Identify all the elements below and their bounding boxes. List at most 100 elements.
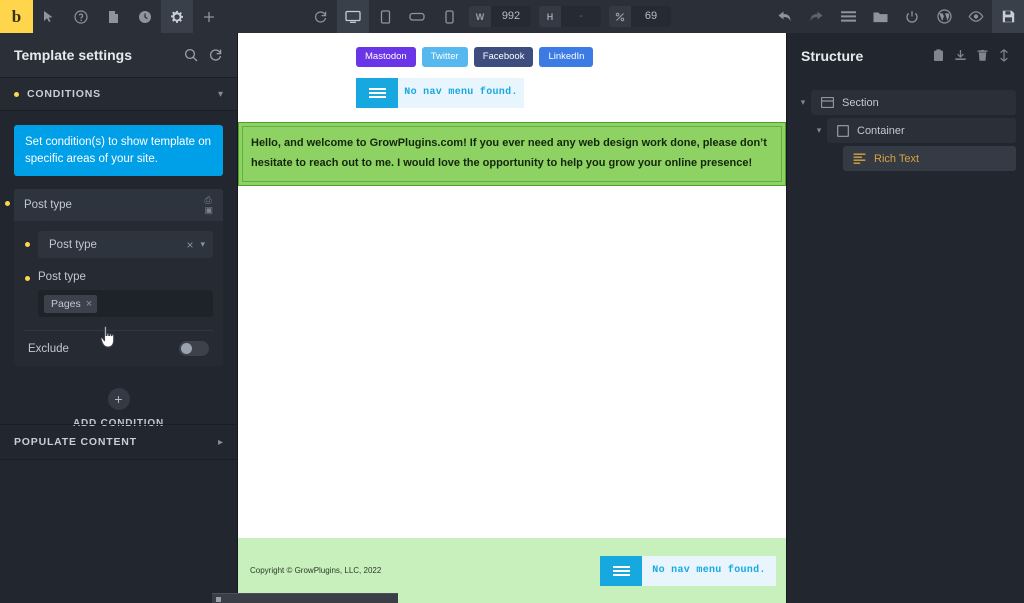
width-label: W bbox=[469, 6, 491, 27]
social-button-linkedin[interactable]: LinkedIn bbox=[539, 47, 594, 67]
condition-type-select[interactable]: Post type × ▾ bbox=[38, 231, 213, 259]
reload-icon[interactable] bbox=[305, 0, 337, 33]
hamburger-icon[interactable] bbox=[356, 77, 398, 108]
tree-item-rich-text[interactable]: Rich Text bbox=[843, 146, 1016, 171]
site-header: Mastodon Twitter Facebook LinkedIn No na… bbox=[238, 33, 786, 108]
paste-icon[interactable] bbox=[933, 49, 944, 62]
plus-icon[interactable] bbox=[193, 0, 225, 33]
delete-icon[interactable]: ▣ bbox=[204, 205, 213, 214]
width-value[interactable]: 992 bbox=[491, 6, 531, 27]
page-icon[interactable] bbox=[97, 0, 129, 33]
social-button-facebook[interactable]: Facebook bbox=[473, 47, 534, 67]
rich-text-element[interactable]: Hello, and welcome to GrowPlugins.com! I… bbox=[238, 121, 786, 187]
height-field[interactable]: H - bbox=[539, 6, 601, 27]
condition-active-dot bbox=[5, 201, 10, 207]
footer-copyright: Copyright © GrowPlugins, LLC, 2022 bbox=[250, 566, 382, 575]
editor-canvas[interactable]: Mastodon Twitter Facebook LinkedIn No na… bbox=[238, 33, 786, 603]
tag-remove-icon[interactable]: × bbox=[86, 298, 92, 310]
conditions-section-label: CONDITIONS bbox=[27, 88, 101, 100]
delete-icon[interactable] bbox=[977, 49, 988, 62]
tag-label: Pages bbox=[51, 297, 81, 310]
rich-text-content: Hello, and welcome to GrowPlugins.com! I… bbox=[251, 136, 767, 169]
eye-icon[interactable] bbox=[960, 0, 992, 33]
gear-icon[interactable] bbox=[161, 0, 193, 33]
social-button-mastodon[interactable]: Mastodon bbox=[356, 47, 416, 67]
tree-item-section[interactable]: Section bbox=[811, 90, 1016, 115]
cursor-icon[interactable] bbox=[33, 0, 65, 33]
chevron-down-icon[interactable]: ▾ bbox=[795, 97, 811, 108]
zoom-field[interactable]: 69 bbox=[609, 6, 671, 27]
height-value[interactable]: - bbox=[561, 6, 601, 27]
mobile-portrait-icon[interactable] bbox=[433, 0, 465, 33]
hamburger-icon[interactable] bbox=[600, 555, 642, 586]
toolbar-right-group bbox=[768, 0, 1024, 33]
footer-nav: No nav menu found. bbox=[600, 555, 776, 586]
folder-icon[interactable] bbox=[864, 0, 896, 33]
exclude-toggle[interactable] bbox=[179, 341, 209, 357]
desktop-icon[interactable] bbox=[337, 0, 369, 33]
tree-node-container: ▾ Container bbox=[811, 118, 1016, 143]
conditions-notice: Set condition(s) to show template on spe… bbox=[14, 125, 223, 177]
help-icon[interactable] bbox=[65, 0, 97, 33]
populate-content-label: POPULATE CONTENT bbox=[14, 436, 137, 448]
chevron-down-icon[interactable]: ▾ bbox=[200, 239, 205, 250]
condition-card-header[interactable]: Post type ⎙ ▣ bbox=[14, 189, 223, 222]
tablet-portrait-icon[interactable] bbox=[369, 0, 401, 33]
duplicate-icon[interactable]: ⎙ bbox=[204, 195, 213, 204]
undo-icon[interactable] bbox=[768, 0, 800, 33]
tag-pages[interactable]: Pages × bbox=[44, 294, 98, 313]
chevron-down-icon[interactable]: ▾ bbox=[218, 89, 223, 100]
collapse-icon[interactable] bbox=[998, 49, 1010, 62]
redo-icon[interactable] bbox=[800, 0, 832, 33]
structure-tree: ▾ Section ▾ Container Rich Text bbox=[787, 78, 1024, 171]
container-icon bbox=[837, 124, 849, 137]
condition-type-row: Post type × ▾ bbox=[24, 231, 213, 259]
mobile-landscape-icon[interactable] bbox=[401, 0, 433, 33]
structure-header: Structure bbox=[787, 33, 1024, 78]
toggle-knob bbox=[181, 343, 192, 355]
conditions-section-header[interactable]: CONDITIONS ▾ bbox=[0, 78, 237, 111]
power-icon[interactable] bbox=[896, 0, 928, 33]
width-field[interactable]: W 992 bbox=[469, 6, 531, 27]
page-title: Template settings bbox=[14, 47, 132, 63]
tree-item-container[interactable]: Container bbox=[827, 118, 1016, 143]
chevron-down-icon[interactable]: ▾ bbox=[811, 125, 827, 136]
search-icon[interactable] bbox=[184, 48, 198, 62]
bricks-logo[interactable]: b bbox=[0, 0, 33, 33]
toolbar-device-group bbox=[305, 0, 465, 33]
taskbar-peek[interactable] bbox=[212, 593, 398, 603]
history-icon[interactable] bbox=[129, 0, 161, 33]
condition-card-body: Post type × ▾ Post type Pages × Exclude bbox=[14, 221, 223, 367]
section-icon bbox=[821, 97, 834, 108]
zoom-value[interactable]: 69 bbox=[631, 6, 671, 27]
populate-content-section[interactable]: POPULATE CONTENT ▸ bbox=[0, 424, 237, 460]
top-toolbar: b W 992 H - 69 bbox=[0, 0, 1024, 33]
tree-item-label: Container bbox=[857, 124, 905, 137]
taskbar-icon bbox=[216, 597, 221, 602]
conditions-active-dot bbox=[14, 91, 19, 97]
social-button-twitter[interactable]: Twitter bbox=[421, 47, 468, 67]
exclude-label: Exclude bbox=[28, 342, 69, 355]
rich-text-inner: Hello, and welcome to GrowPlugins.com! I… bbox=[242, 125, 782, 183]
tree-item-label: Section bbox=[842, 96, 879, 109]
wordpress-icon[interactable] bbox=[928, 0, 960, 33]
post-type-field-label: Post type bbox=[25, 271, 213, 283]
tree-item-label: Rich Text bbox=[874, 152, 920, 165]
hamburger-icon[interactable] bbox=[832, 0, 864, 33]
bricks-builder-app: b W 992 H - 69 Template settings CONDITI… bbox=[0, 0, 1024, 603]
chevron-right-icon[interactable]: ▸ bbox=[218, 437, 223, 448]
post-type-tag-input[interactable]: Pages × bbox=[38, 290, 213, 318]
zoom-icon bbox=[609, 6, 631, 27]
condition-card-title: Post type bbox=[24, 199, 72, 212]
social-buttons: Mastodon Twitter Facebook LinkedIn bbox=[238, 47, 786, 67]
reset-icon[interactable] bbox=[209, 48, 223, 62]
condition-card: Post type ⎙ ▣ Post type × ▾ Post type Pa… bbox=[5, 189, 223, 367]
close-icon[interactable]: × bbox=[186, 238, 193, 252]
save-icon[interactable] bbox=[992, 0, 1024, 33]
header-nav-message: No nav menu found. bbox=[398, 77, 524, 108]
plus-icon: + bbox=[107, 388, 130, 411]
template-settings-header: Template settings bbox=[0, 33, 237, 78]
import-icon[interactable] bbox=[954, 49, 967, 62]
exclude-row: Exclude bbox=[24, 330, 213, 366]
